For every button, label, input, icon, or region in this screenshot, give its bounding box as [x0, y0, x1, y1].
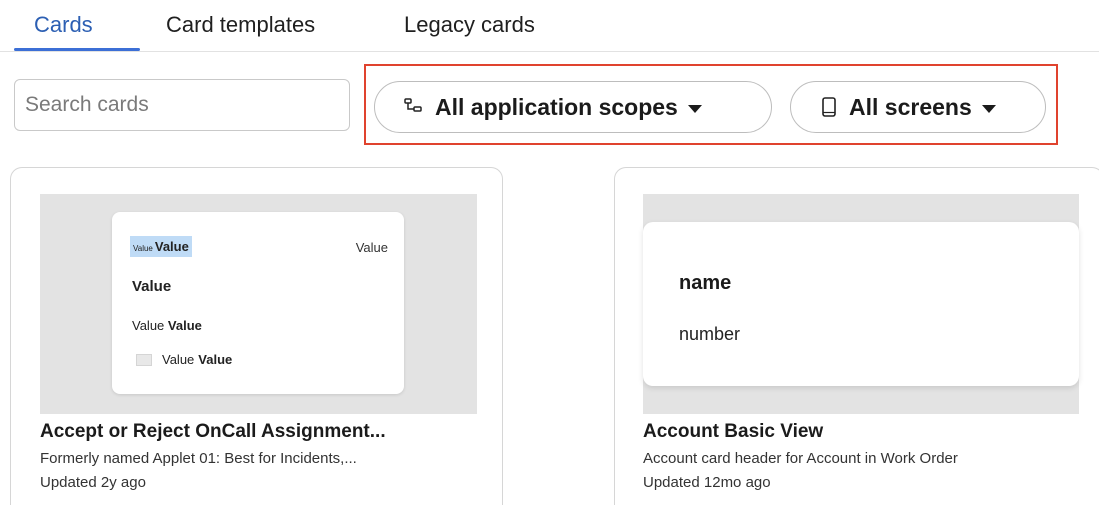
preview-row-value: Value: [167, 318, 202, 333]
card-preview-mock: Value Value Value Value Value Value Value…: [112, 212, 404, 394]
card-preview: Value Value Value Value Value Value Value…: [40, 194, 477, 414]
chevron-down-icon: [981, 104, 996, 113]
tab-legacy-cards[interactable]: Legacy cards: [404, 12, 535, 38]
application-scopes-dropdown[interactable]: All application scopes: [374, 81, 772, 133]
card-description: Account card header for Account in Work …: [643, 450, 958, 467]
search-input[interactable]: [15, 80, 349, 130]
preview-row-label: Value: [132, 318, 165, 333]
card-preview: name number: [643, 194, 1079, 414]
preview-heading: Value: [132, 278, 172, 295]
card-title: Account Basic View: [643, 421, 824, 442]
preview-image-row-value: Value: [198, 352, 233, 367]
application-scopes-label: All application scopes: [435, 93, 678, 120]
card-updated: Updated 2y ago: [40, 474, 146, 491]
active-tab-indicator: [14, 48, 140, 51]
card-accept-reject-oncall[interactable]: Value Value Value Value Value Value Value…: [10, 167, 503, 505]
highlighted-value-text: Value: [154, 239, 189, 254]
preview-image-row-label: Value: [162, 352, 195, 367]
image-placeholder-icon: [136, 353, 152, 366]
card-updated: Updated 12mo ago: [643, 474, 771, 491]
top-right-value: Value: [355, 240, 388, 255]
highlighted-value: Value Value: [130, 236, 192, 257]
mobile-device-icon: [822, 97, 836, 117]
tab-card-templates[interactable]: Card templates: [166, 12, 315, 38]
screens-dropdown[interactable]: All screens: [790, 81, 1046, 133]
screens-label: All screens: [849, 93, 972, 120]
card-preview-mock: name number: [643, 222, 1079, 386]
preview-image-row: Value Value: [136, 352, 232, 367]
search-box: [14, 79, 350, 131]
card-description: Formerly named Applet 01: Best for Incid…: [40, 450, 357, 467]
highlighted-value-label: Value: [133, 244, 153, 253]
tab-bar: Cards Card templates Legacy cards: [0, 0, 1099, 52]
preview-name: name: [679, 272, 732, 294]
card-account-basic-view[interactable]: name number Account Basic View Account c…: [614, 167, 1099, 505]
preview-row: Value Value: [132, 318, 202, 333]
tab-cards[interactable]: Cards: [34, 12, 93, 38]
chevron-down-icon: [687, 104, 702, 113]
preview-number: number: [679, 324, 741, 344]
card-title: Accept or Reject OnCall Assignment...: [40, 421, 386, 442]
hierarchy-icon: [404, 98, 422, 112]
